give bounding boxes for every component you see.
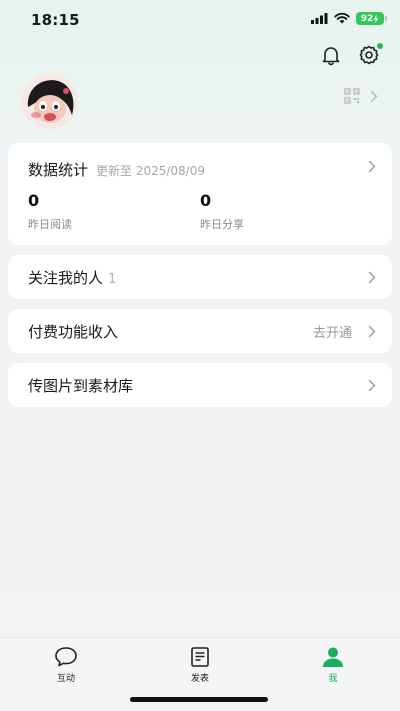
stat-yesterday-reads: 0 昨日阅读 (28, 191, 72, 232)
upload-to-library-row[interactable]: 传图片到素材库 (8, 363, 392, 407)
bell-icon (322, 47, 340, 66)
chevron-right-icon (368, 160, 376, 173)
paid-income-row[interactable]: 付费功能收入 去开通 (8, 309, 392, 353)
stats-title: 数据统计 (28, 161, 89, 179)
chat-bubble-icon (55, 647, 77, 667)
stats-updated-date: 更新至 2025/08/09 (96, 164, 205, 178)
followers-label: 关注我的人 (28, 268, 104, 287)
followers-row[interactable]: 关注我的人 1 (8, 255, 392, 299)
chevron-right-icon (368, 325, 376, 337)
status-time: 18:15 (31, 11, 80, 29)
signal-icon (311, 13, 328, 24)
qr-code-button[interactable] (344, 88, 378, 104)
charging-bolt-icon (373, 14, 379, 23)
status-bar: 18:15 92 (0, 0, 400, 40)
followers-count: 1 (108, 271, 117, 287)
document-icon (191, 647, 209, 667)
stat-value: 0 (28, 191, 40, 210)
stat-label: 昨日阅读 (28, 218, 72, 231)
stat-value: 0 (200, 191, 212, 210)
chevron-right-icon (370, 90, 378, 102)
notification-button[interactable] (320, 44, 342, 66)
followers-label-group: 关注我的人 1 (28, 267, 116, 288)
tab-label: 互动 (56, 674, 75, 684)
tab-label: 发表 (190, 674, 209, 684)
settings-notification-dot (377, 43, 383, 49)
settings-button[interactable] (358, 43, 383, 66)
tab-publish[interactable]: 发表 (170, 646, 230, 684)
battery-indicator: 92 (356, 12, 387, 25)
avatar-illustration (22, 73, 78, 129)
activate-link[interactable]: 去开通 (313, 322, 352, 341)
status-icons: 92 (311, 12, 387, 25)
stat-label: 昨日分享 (200, 218, 244, 231)
wifi-icon (334, 13, 350, 24)
tab-label: 我 (328, 674, 338, 684)
header-actions (320, 43, 383, 66)
qr-code-icon (344, 88, 360, 104)
person-icon (323, 647, 343, 667)
stat-yesterday-shares: 0 昨日分享 (200, 191, 244, 232)
stats-header: 数据统计 更新至 2025/08/09 (28, 159, 205, 180)
chevron-right-icon (368, 271, 376, 283)
paid-income-label: 付费功能收入 (28, 322, 119, 341)
tab-interaction[interactable]: 互动 (36, 646, 96, 684)
upload-label: 传图片到素材库 (28, 376, 134, 395)
avatar[interactable] (22, 73, 78, 129)
battery-level: 92 (360, 13, 374, 24)
data-statistics-card[interactable]: 数据统计 更新至 2025/08/09 0 昨日阅读 0 昨日分享 (8, 143, 392, 245)
chevron-right-icon (368, 379, 376, 391)
tab-me[interactable]: 我 (303, 646, 363, 684)
home-indicator (130, 697, 268, 702)
